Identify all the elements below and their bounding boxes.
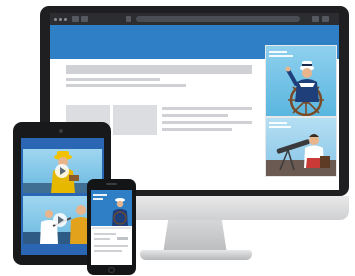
- thumbnail-placeholder: [113, 105, 157, 135]
- play-button[interactable]: [55, 164, 69, 178]
- monitor-stand-neck: [163, 220, 227, 254]
- reload-button[interactable]: [126, 16, 131, 22]
- sidebar-ad-telescope[interactable]: [265, 117, 337, 177]
- text-line-placeholder: [94, 238, 110, 240]
- text-line-placeholder: [162, 121, 252, 124]
- text-line-placeholder: [162, 128, 232, 131]
- forward-button[interactable]: [81, 16, 88, 22]
- article-line-placeholder: [66, 78, 160, 81]
- text-line-placeholder: [94, 233, 116, 235]
- cta-button[interactable]: [117, 237, 128, 240]
- text-line-placeholder: [162, 107, 252, 110]
- toolbar-menu-button[interactable]: [312, 16, 319, 22]
- back-button[interactable]: [72, 16, 79, 22]
- text-line-placeholder: [94, 245, 128, 247]
- phone-screen: [91, 190, 132, 265]
- play-icon: [58, 216, 64, 224]
- play-button[interactable]: [53, 213, 67, 227]
- ad-caption-line: [93, 198, 103, 200]
- play-icon: [60, 167, 66, 175]
- toolbar-extension-button[interactable]: [322, 16, 329, 22]
- window-maximize-dot[interactable]: [64, 17, 67, 21]
- browser-toolbar: [50, 13, 339, 25]
- ad-caption-line: [93, 194, 107, 196]
- sidebar-ad-sailor[interactable]: [265, 45, 337, 117]
- divider: [92, 227, 131, 229]
- phone-home-button[interactable]: [108, 267, 115, 273]
- telescope-illustration: [266, 134, 336, 176]
- text-line-placeholder: [94, 250, 122, 252]
- sailor-illustration: [112, 198, 128, 226]
- tablet-camera: [59, 129, 63, 133]
- monitor-stand-base: [140, 250, 252, 260]
- article-title-placeholder: [66, 65, 252, 74]
- article-line-placeholder: [66, 84, 186, 87]
- sailor-illustration: [285, 61, 324, 116]
- window-minimize-dot[interactable]: [59, 17, 62, 21]
- window-close-dot[interactable]: [54, 17, 57, 21]
- text-line-placeholder: [162, 114, 228, 117]
- phone-hero-banner: [91, 190, 132, 226]
- address-bar[interactable]: [136, 16, 300, 22]
- phone-speaker: [106, 183, 117, 185]
